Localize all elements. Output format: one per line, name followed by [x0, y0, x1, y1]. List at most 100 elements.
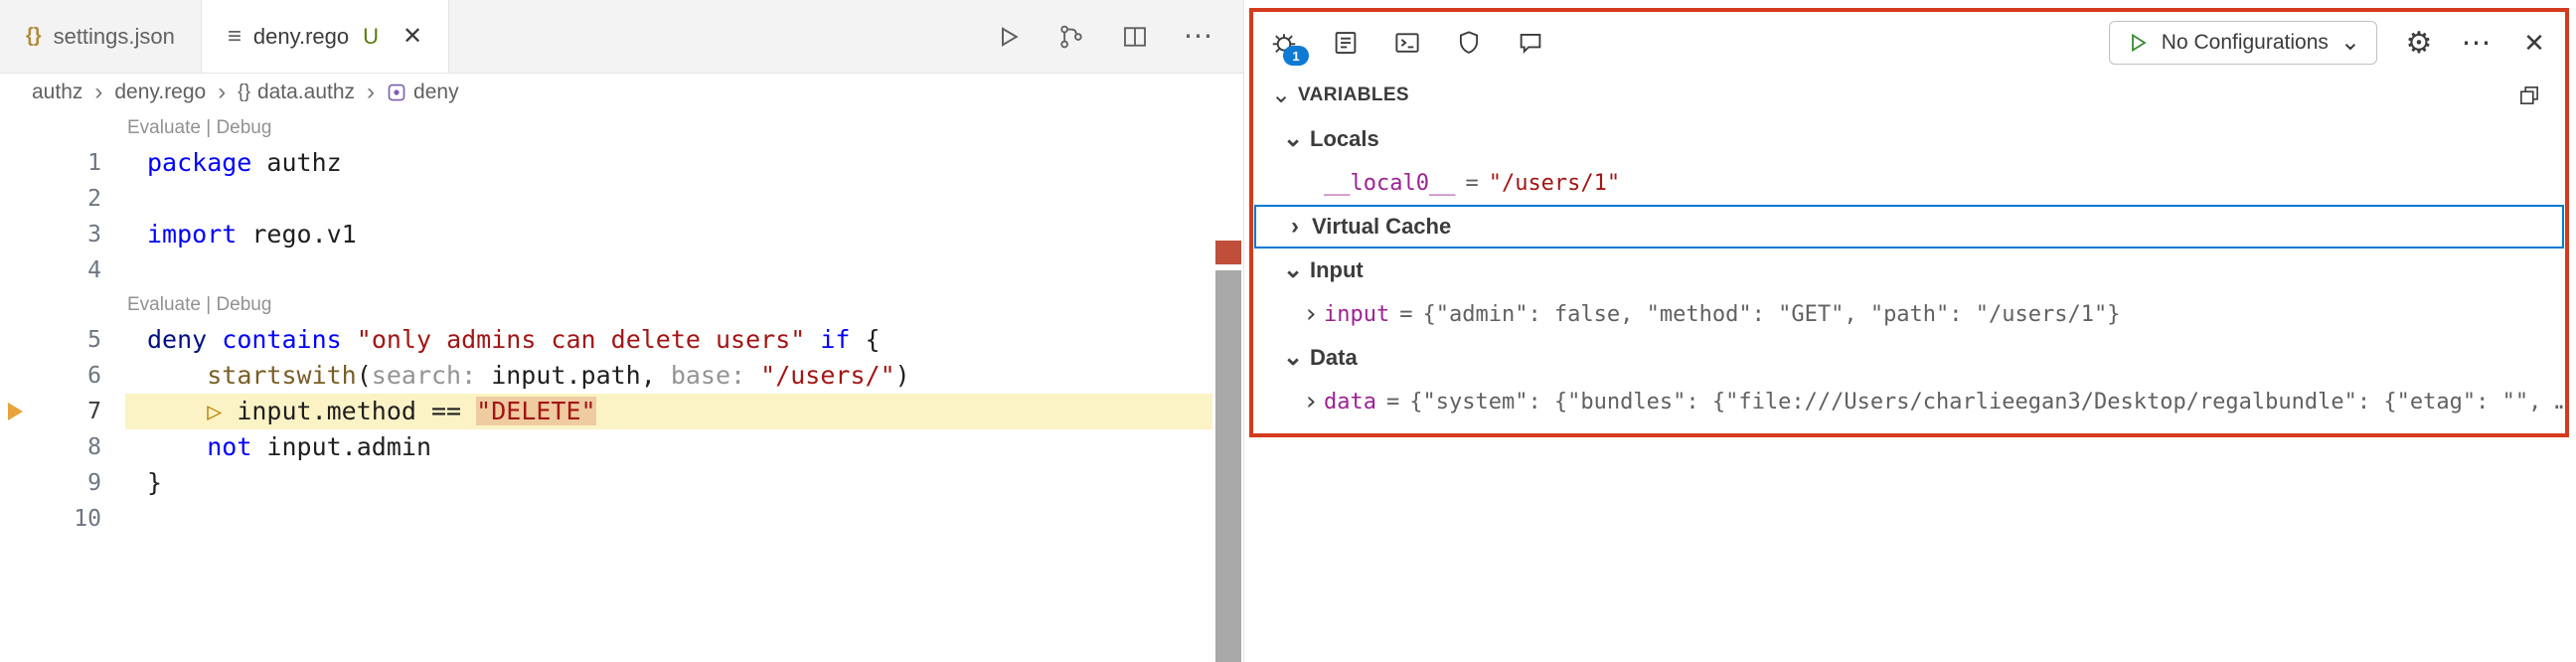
code-line-8[interactable]: 8 not input.admin — [0, 429, 1212, 465]
glyph-margin[interactable] — [0, 429, 44, 465]
chevron-right-icon: › — [218, 81, 226, 104]
close-panel-icon[interactable]: ✕ — [2518, 27, 2550, 59]
scope-input[interactable]: ⌄ Input — [1254, 248, 2564, 292]
code-text[interactable]: ▷ input.method == "DELETE" — [125, 394, 1212, 429]
code-text[interactable]: startswith(search: input.path, base: "/u… — [125, 358, 1212, 394]
tab-settings-json[interactable]: {} settings.json — [0, 0, 202, 73]
breadcrumb-item-package[interactable]: {} data.authz — [238, 81, 355, 104]
variable-local0[interactable]: __local0__ = "/users/1" — [1254, 161, 2564, 205]
variable-input[interactable]: › input = {"admin": false, "method": "GE… — [1254, 292, 2564, 336]
code-lens-evaluate[interactable]: Evaluate — [127, 294, 201, 315]
open-view-in-editor-icon[interactable] — [2514, 81, 2544, 110]
chevron-down-icon: ⌄ — [1280, 346, 1306, 370]
section-title: VARIABLES — [1298, 84, 1409, 106]
json-file-icon: {} — [26, 25, 42, 48]
close-tab-icon[interactable]: ✕ — [402, 22, 422, 51]
breadcrumb-item-file[interactable]: deny.rego — [114, 81, 206, 104]
code-text[interactable]: deny contains "only admins can delete us… — [125, 322, 1212, 358]
scrollbar-thumb[interactable] — [1215, 270, 1241, 662]
code-line-7[interactable]: 7 ▷ input.method == "DELETE" — [0, 394, 1212, 429]
variable-name: __local0__ — [1324, 171, 1455, 196]
glyph-margin[interactable] — [0, 465, 44, 501]
line-number[interactable]: 8 — [44, 429, 125, 465]
debug-panel: 1 — [1244, 0, 2576, 662]
code-line-10[interactable]: 10 — [0, 501, 1212, 537]
breadcrumb-item-authz[interactable]: authz — [32, 81, 82, 104]
glyph-margin[interactable] — [0, 322, 44, 358]
source-control-icon[interactable] — [1054, 20, 1088, 54]
variable-name: data — [1324, 390, 1376, 414]
code-text[interactable]: } — [125, 465, 1212, 501]
glyph-margin[interactable] — [0, 358, 44, 394]
chevron-right-icon: › — [94, 81, 102, 104]
comments-view-icon[interactable] — [1515, 27, 1546, 59]
debug-configuration-select[interactable]: No Configurations ⌄ — [2109, 21, 2377, 65]
debug-toolbar-right: No Configurations ⌄ ⚙ ⋯ ✕ — [2109, 21, 2550, 65]
code-lens-evaluate[interactable]: Evaluate — [127, 117, 201, 138]
variable-value: "/users/1" — [1489, 171, 1620, 196]
variable-name: input — [1324, 302, 1389, 327]
breadcrumb-item-rule[interactable]: deny — [387, 81, 459, 104]
more-actions-icon[interactable]: ⋯ — [2461, 27, 2493, 59]
code-lens-debug[interactable]: Debug — [216, 294, 271, 315]
code-line-6[interactable]: 6 startswith(search: input.path, base: "… — [0, 358, 1212, 394]
line-number[interactable]: 4 — [44, 252, 125, 288]
debug-session-badge: 1 — [1283, 46, 1309, 66]
code-lens-debug[interactable]: Debug — [216, 117, 271, 138]
code-lens: Evaluate | Debug — [0, 111, 1212, 145]
tab-deny-rego[interactable]: ≡ deny.rego U ✕ — [202, 0, 449, 73]
code-text[interactable]: package authz — [125, 145, 1212, 181]
more-actions-icon[interactable]: ⋯ — [1182, 20, 1215, 54]
line-number[interactable]: 3 — [44, 217, 125, 252]
run-button-icon[interactable] — [991, 20, 1025, 54]
glyph-margin[interactable] — [0, 181, 44, 217]
code-text[interactable] — [125, 252, 1212, 288]
debug-view-icon[interactable]: 1 — [1268, 27, 1300, 59]
code-line-4[interactable]: 4 — [0, 252, 1212, 288]
scope-locals[interactable]: ⌄ Locals — [1254, 117, 2564, 161]
code-text[interactable]: import rego.v1 — [125, 217, 1212, 252]
code-line-1[interactable]: 1package authz — [0, 145, 1212, 181]
chevron-down-icon: ⌄ — [1268, 83, 1294, 107]
glyph-margin[interactable] — [0, 394, 44, 429]
glyph-margin[interactable] — [0, 217, 44, 252]
split-editor-icon[interactable] — [1118, 20, 1152, 54]
line-number[interactable]: 7 — [44, 394, 125, 429]
line-number[interactable]: 1 — [44, 145, 125, 181]
glyph-margin[interactable] — [0, 252, 44, 288]
code-line-5[interactable]: 5deny contains "only admins can delete u… — [0, 322, 1212, 358]
line-number[interactable]: 9 — [44, 465, 125, 501]
security-view-icon[interactable] — [1453, 27, 1485, 59]
gear-icon[interactable]: ⚙ — [2403, 27, 2435, 59]
tab-label: deny.rego — [253, 24, 349, 50]
debug-console-icon[interactable] — [1391, 27, 1423, 59]
code-line-2[interactable]: 2 — [0, 181, 1212, 217]
chevron-right-icon: › — [1298, 301, 1324, 327]
glyph-margin[interactable] — [0, 145, 44, 181]
scope-virtual-cache[interactable]: › Virtual Cache — [1254, 205, 2564, 248]
code-line-9[interactable]: 9} — [0, 465, 1212, 501]
code-text[interactable]: not input.admin — [125, 429, 1212, 465]
breadcrumb: authz › deny.rego › {} data.authz › deny — [0, 74, 1243, 111]
debug-current-line-icon — [8, 403, 23, 420]
line-number[interactable]: 2 — [44, 181, 125, 217]
code-line-3[interactable]: 3import rego.v1 — [0, 217, 1212, 252]
code-editor[interactable]: Evaluate | Debug1package authz23import r… — [0, 111, 1212, 537]
line-number[interactable]: 5 — [44, 322, 125, 358]
git-status-letter: U — [363, 24, 379, 50]
variable-data[interactable]: › data = {"system": {"bundles": {"file:/… — [1254, 380, 2564, 423]
editor-pane: {} settings.json ≡ deny.rego U ✕ — [0, 0, 1244, 662]
output-view-icon[interactable] — [1330, 27, 1362, 59]
equals-sign: = — [1399, 302, 1412, 327]
line-number[interactable]: 10 — [44, 501, 125, 537]
equals-sign: = — [1465, 171, 1478, 196]
code-text[interactable] — [125, 181, 1212, 217]
variables-section-header[interactable]: ⌄ VARIABLES — [1254, 74, 2564, 117]
code-text[interactable] — [125, 501, 1212, 537]
chevron-right-icon: › — [367, 81, 375, 104]
line-number[interactable]: 6 — [44, 358, 125, 394]
chevron-right-icon: › — [1298, 389, 1324, 414]
glyph-margin[interactable] — [0, 501, 44, 537]
scope-data[interactable]: ⌄ Data — [1254, 336, 2564, 380]
panel-view-icons: 1 — [1268, 27, 1546, 59]
